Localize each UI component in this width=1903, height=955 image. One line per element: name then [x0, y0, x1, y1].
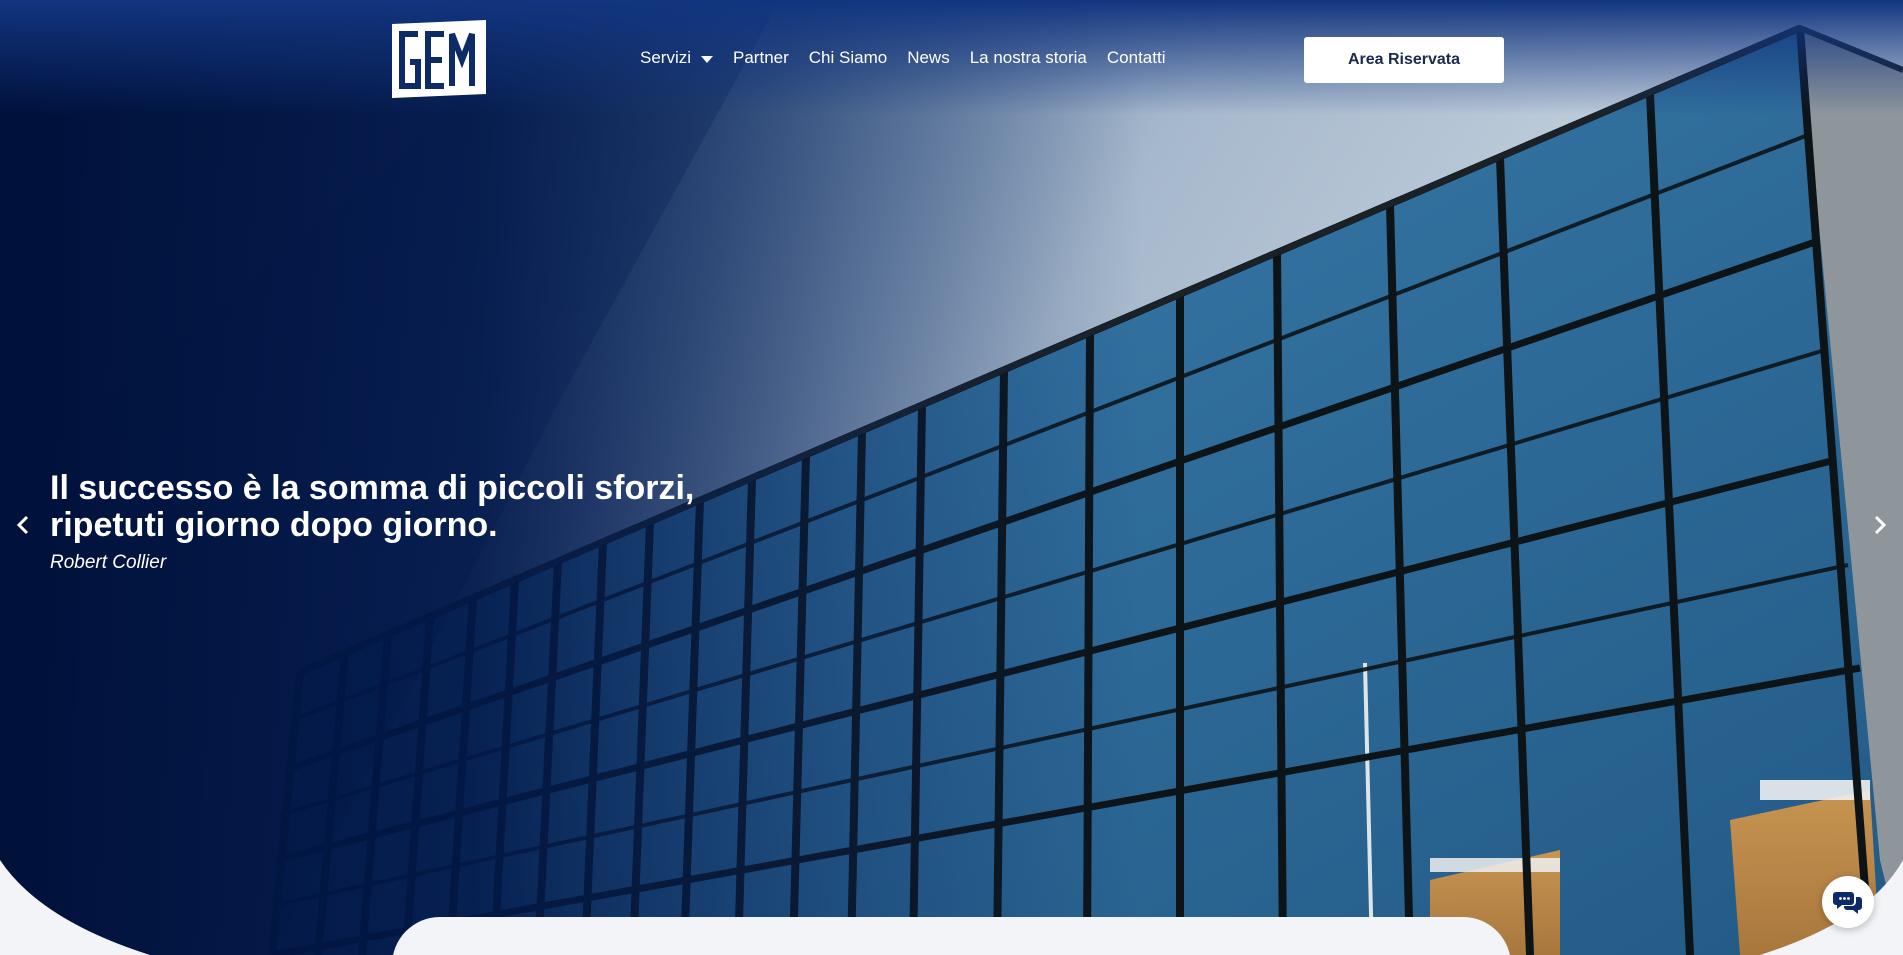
nav-item-chi-siamo[interactable]: Chi Siamo [809, 48, 887, 68]
chat-bubbles-icon [1833, 892, 1862, 914]
site-header: Servizi Partner Chi Siamo News La nostra… [0, 0, 1903, 120]
quote-author: Robert Collier [50, 552, 167, 573]
nav-item-servizi[interactable]: Servizi [640, 48, 714, 68]
nav-item-label: News [907, 48, 950, 67]
slider-next-button[interactable] [1867, 512, 1893, 538]
nav-item-label: Chi Siamo [808, 48, 888, 67]
content-card [392, 917, 1511, 955]
chevron-left-icon [16, 515, 29, 535]
nav-item-label: Servizi [640, 48, 692, 67]
nav-item-label: La nostra storia [969, 48, 1087, 67]
nav-item-label: Partner [733, 48, 789, 67]
area-riservata-button[interactable]: Area Riservata [1304, 37, 1504, 83]
quote-line-1: Il successo è la somma di piccoli sforzi… [50, 469, 695, 507]
chevron-right-icon [1874, 515, 1887, 535]
main-nav: Servizi Partner Chi Siamo News La nostra… [640, 48, 1185, 68]
caret-down-icon [701, 55, 714, 63]
nav-item-partner[interactable]: Partner [733, 48, 789, 68]
slider-prev-button[interactable] [10, 512, 36, 538]
hero-quote: Il successo è la somma di piccoli sforzi… [50, 470, 770, 574]
nav-item-label: Contatti [1106, 48, 1166, 67]
nav-item-news[interactable]: News [907, 48, 950, 68]
page: Servizi Partner Chi Siamo News La nostra… [0, 0, 1903, 955]
site-logo[interactable] [392, 20, 486, 98]
nav-item-la-nostra-storia[interactable]: La nostra storia [970, 48, 1087, 68]
quote-line-2: ripetuti giorno dopo giorno. [50, 506, 498, 544]
chat-button[interactable] [1822, 876, 1874, 928]
quote-text: Il successo è la somma di piccoli sforzi… [50, 470, 770, 544]
nav-item-contatti[interactable]: Contatti [1107, 48, 1166, 68]
